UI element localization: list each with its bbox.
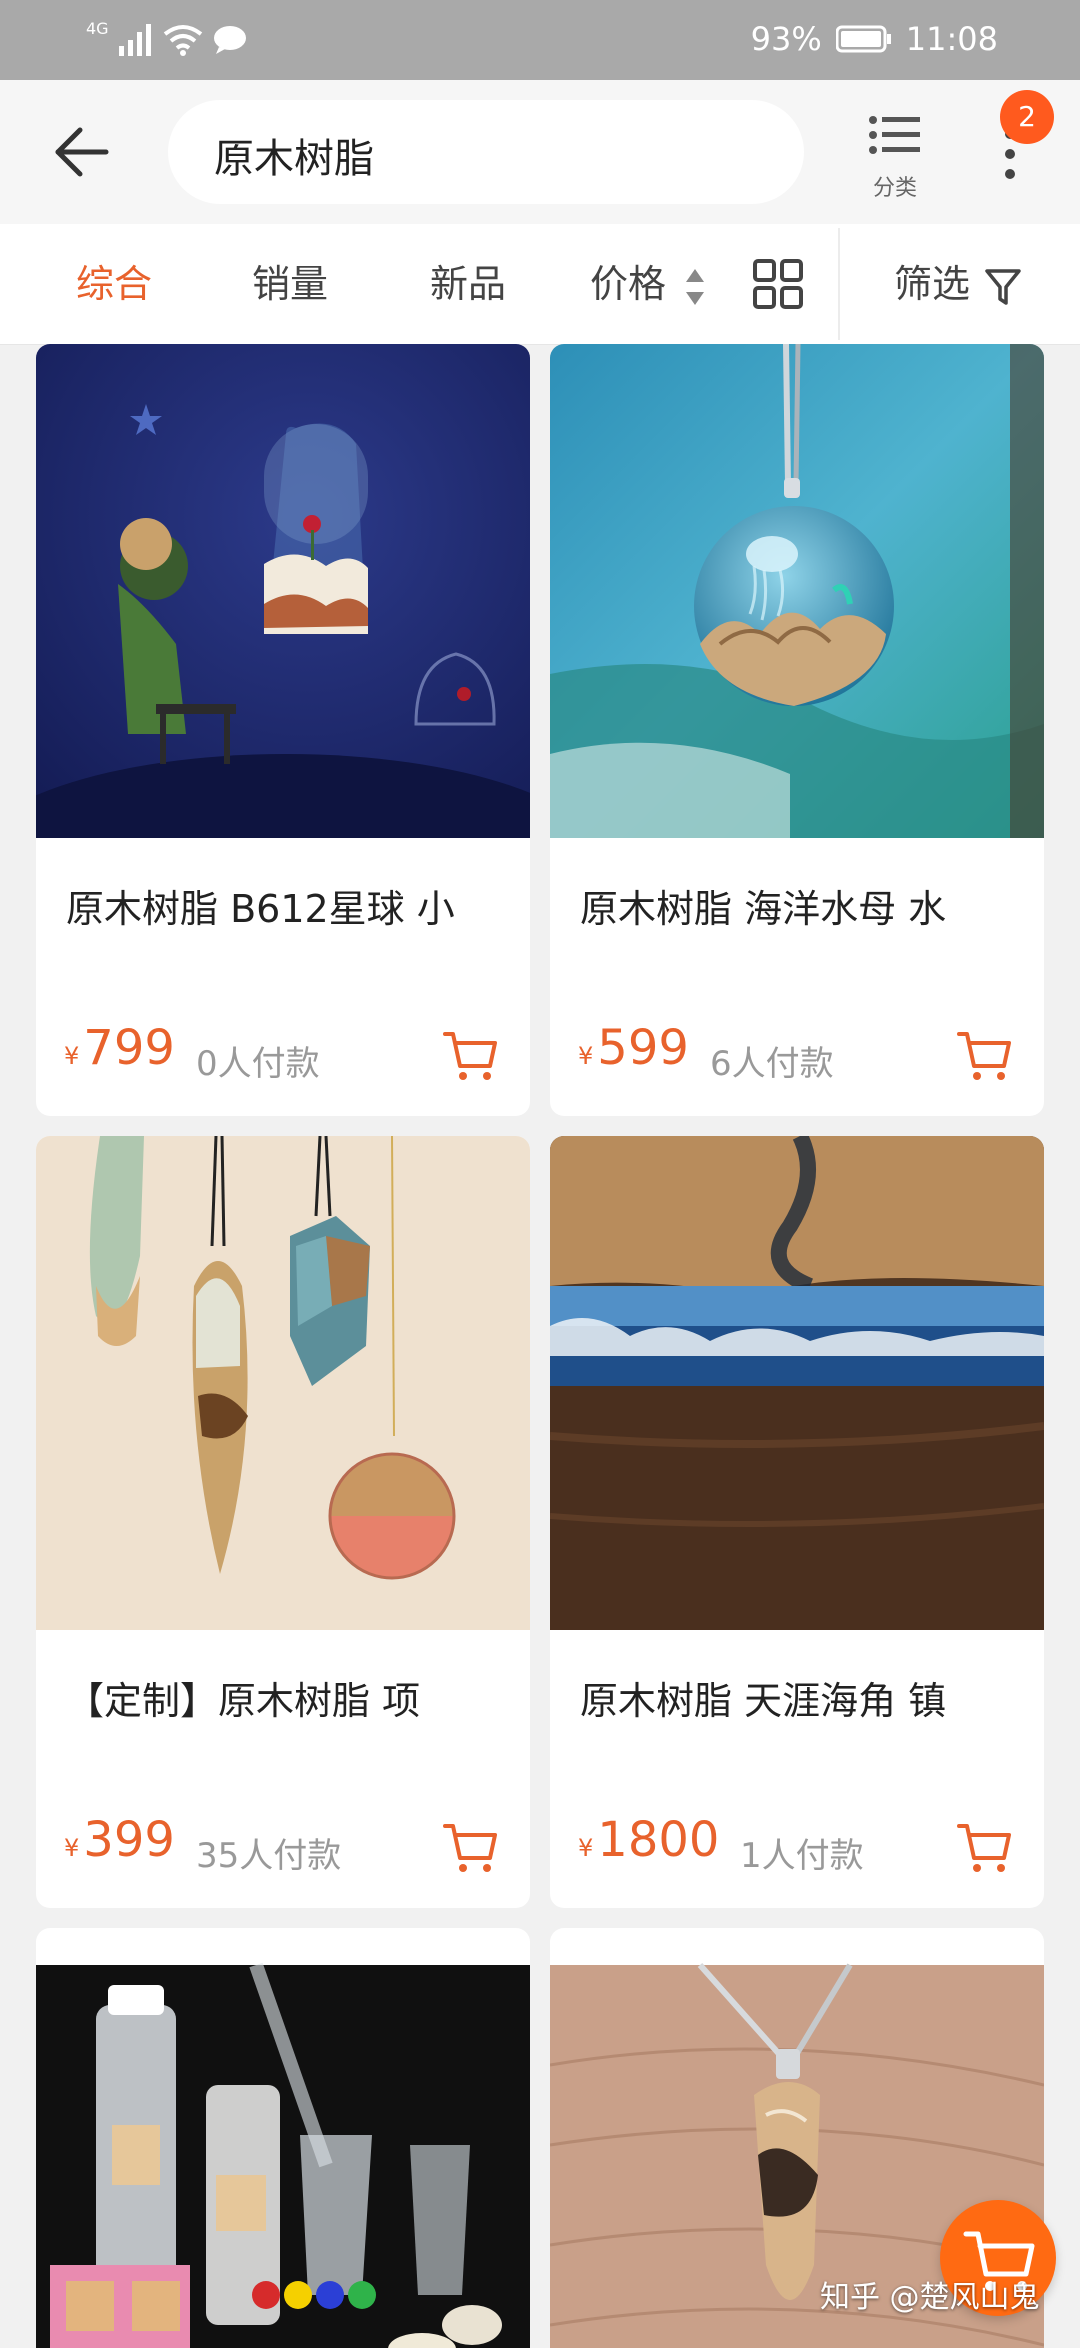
add-to-cart-icon[interactable] xyxy=(956,1028,1012,1084)
back-button[interactable] xyxy=(52,120,112,184)
search-input[interactable]: 原木树脂 xyxy=(168,100,804,204)
category-label: 分类 xyxy=(872,176,917,201)
tab-filter-label: 筛选 xyxy=(894,262,971,306)
product-card[interactable]: 原木树脂 B612星球 小 ¥799 0人付款 xyxy=(36,344,530,1116)
price-value: 599 xyxy=(597,1020,689,1076)
signal-icon xyxy=(118,24,151,56)
product-price: ¥799 xyxy=(64,1020,175,1076)
product-card[interactable]: 原木树脂 天涯海角 镇 ¥1800 1人付款 xyxy=(550,1136,1044,1908)
search-query-text: 原木树脂 xyxy=(214,136,374,182)
tab-price[interactable]: 价格 xyxy=(590,224,706,344)
product-image xyxy=(36,1962,530,2348)
sold-count: 35人付款 xyxy=(196,1836,342,1876)
tab-sales[interactable]: 销量 xyxy=(252,224,328,344)
battery-icon xyxy=(835,25,891,53)
sold-count: 6人付款 xyxy=(710,1044,834,1084)
product-card[interactable]: 【定制】原木树脂 项 ¥399 35人付款 xyxy=(36,1136,530,1908)
tab-price-label: 价格 xyxy=(590,262,667,306)
clock: 11:08 xyxy=(905,20,998,58)
grid-view-icon xyxy=(753,259,803,309)
currency-symbol: ¥ xyxy=(578,1834,594,1862)
product-price: ¥599 xyxy=(578,1020,689,1076)
status-bar: 4G 93% 11:08 xyxy=(0,0,1080,80)
product-title: 原木树脂 天涯海角 镇 xyxy=(580,1679,947,1723)
battery-percent: 93% xyxy=(750,20,822,58)
product-price: ¥1800 xyxy=(578,1812,719,1868)
filter-icon xyxy=(985,268,1021,305)
sold-count: 1人付款 xyxy=(740,1836,864,1876)
product-card[interactable]: 原木树脂 海洋水母 水 ¥599 6人付款 xyxy=(550,344,1044,1116)
product-title: 原木树脂 B612星球 小 xyxy=(66,887,455,931)
product-image xyxy=(550,1136,1044,1630)
currency-symbol: ¥ xyxy=(64,1042,80,1070)
tab-divider xyxy=(838,228,840,340)
category-button[interactable]: 分类 xyxy=(862,110,928,201)
list-icon xyxy=(869,116,920,154)
tab-filter[interactable]: 筛选 xyxy=(894,224,1022,344)
watermark: 知乎 @楚风山鬼 xyxy=(820,2280,1040,2315)
product-image xyxy=(36,1136,530,1630)
status-icons-right: 93% 11:08 xyxy=(751,14,998,64)
grid-view-toggle[interactable] xyxy=(752,258,804,310)
product-card[interactable] xyxy=(36,1928,530,2348)
network-label: 4G xyxy=(86,18,109,38)
message-icon xyxy=(213,26,246,54)
product-title: 原木树脂 海洋水母 水 xyxy=(580,887,947,931)
sort-tabs: 综合 销量 新品 价格 筛选 xyxy=(0,224,1080,345)
add-to-cart-icon[interactable] xyxy=(442,1028,498,1084)
search-header: 原木树脂 分类 xyxy=(0,80,1080,224)
product-title: 【定制】原木树脂 项 xyxy=(66,1679,421,1723)
tab-comprehensive[interactable]: 综合 xyxy=(76,224,152,344)
price-value: 399 xyxy=(83,1812,175,1868)
currency-symbol: ¥ xyxy=(578,1042,594,1070)
wifi-icon xyxy=(163,25,202,56)
sort-arrows-icon xyxy=(686,268,705,305)
sold-count: 0人付款 xyxy=(196,1044,320,1084)
product-price: ¥399 xyxy=(64,1812,175,1868)
price-value: 799 xyxy=(83,1020,175,1076)
add-to-cart-icon[interactable] xyxy=(956,1820,1012,1876)
product-image xyxy=(36,344,530,838)
notification-badge: 2 xyxy=(1000,90,1054,144)
add-to-cart-icon[interactable] xyxy=(442,1820,498,1876)
price-value: 1800 xyxy=(597,1812,720,1868)
back-arrow-icon xyxy=(55,127,109,177)
currency-symbol: ¥ xyxy=(64,1834,80,1862)
product-image xyxy=(550,344,1044,838)
tab-new[interactable]: 新品 xyxy=(430,224,506,344)
status-icons-left: 4G xyxy=(86,18,247,62)
